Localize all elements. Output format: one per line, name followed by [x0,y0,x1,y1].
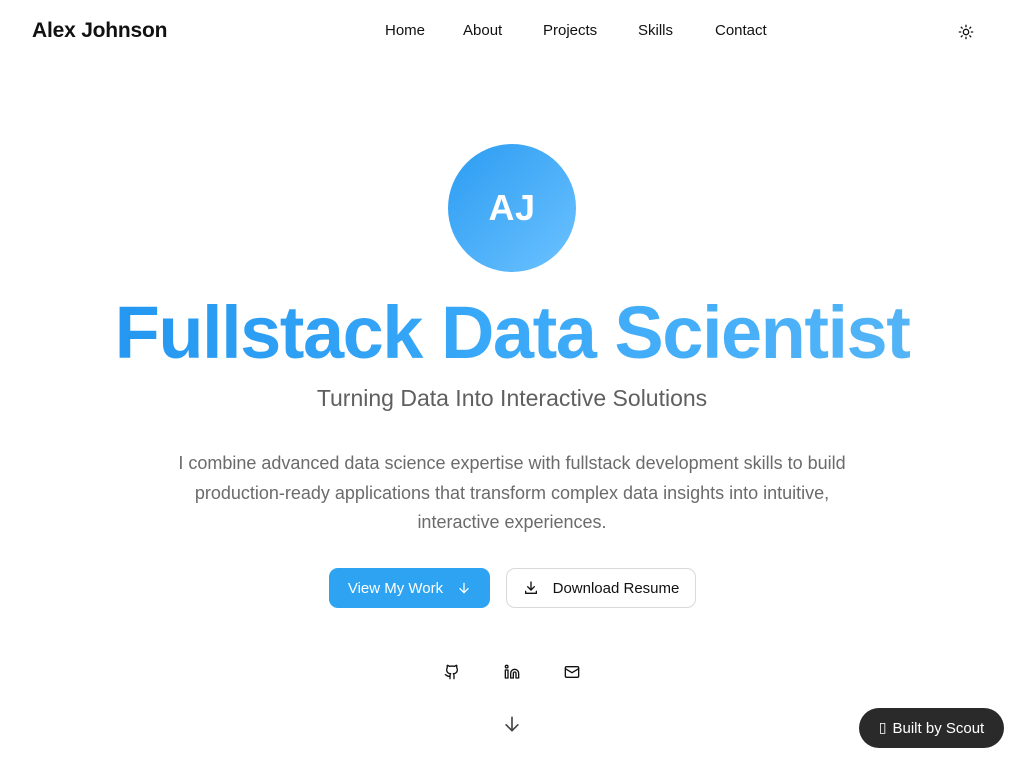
arrow-down-icon [505,716,519,732]
social-links [0,660,1024,684]
site-header: Alex Johnson Home About Projects Skills … [0,0,1024,64]
linkedin-icon [504,664,520,679]
scout-icon: ▯ [878,720,887,736]
view-my-work-button[interactable]: View My Work [329,568,490,608]
nav-skills[interactable]: Skills [638,22,673,39]
download-resume-label: Download Resume [552,579,680,597]
avatar: AJ [448,144,576,272]
arrow-down-icon [459,582,469,594]
hero-title: Fullstack Data Scientist [0,290,1024,376]
view-my-work-label: View My Work [347,579,444,597]
mail-icon [564,666,580,678]
download-icon [524,581,537,594]
portfolio-page: Alex Johnson Home About Projects Skills … [0,0,1024,768]
email-link[interactable] [560,660,584,684]
badge-label: Built by Scout [892,719,985,737]
download-resume-button[interactable]: Download Resume [506,568,696,608]
linkedin-link[interactable] [500,660,524,684]
sun-icon [958,24,974,40]
theme-toggle-button[interactable] [954,20,978,44]
main-nav: Home About Projects Skills Contact [0,22,1024,42]
built-by-scout-badge[interactable]: ▯ Built by Scout [859,708,1004,748]
nav-about[interactable]: About [463,22,502,39]
github-icon [444,664,459,680]
hero-subtitle: Turning Data Into Interactive Solutions [316,385,708,411]
nav-projects[interactable]: Projects [543,22,597,39]
nav-contact[interactable]: Contact [715,22,767,39]
hero-description: I combine advanced data science expertis… [178,453,846,532]
github-link[interactable] [440,660,464,684]
nav-home[interactable]: Home [385,22,425,39]
scroll-down-button[interactable] [500,712,524,736]
